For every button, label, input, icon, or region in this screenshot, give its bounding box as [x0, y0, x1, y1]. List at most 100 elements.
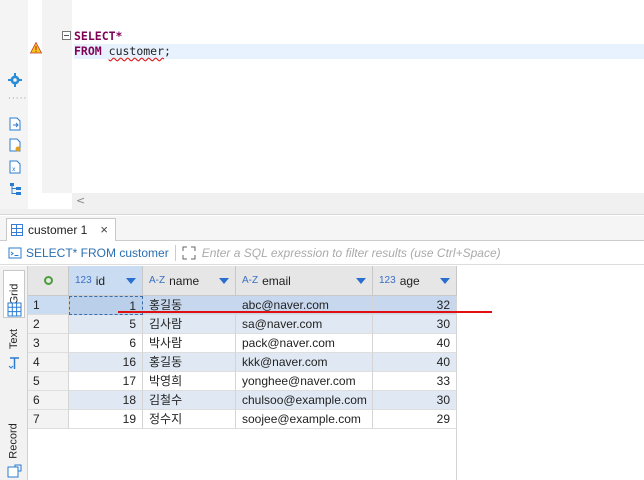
- cell-age[interactable]: 33: [373, 372, 457, 391]
- cell-email[interactable]: soojee@example.com: [236, 410, 373, 429]
- cell-name[interactable]: 홍길동: [143, 353, 236, 372]
- column-header-email[interactable]: A-Z email: [236, 266, 373, 296]
- tab-record-label: Record: [8, 423, 20, 459]
- grid-empty-area: [28, 429, 457, 480]
- row-number[interactable]: 4: [28, 353, 69, 372]
- editor-toolbar: ····· x: [0, 0, 28, 215]
- filter-bar: SELECT* FROM customer Enter a SQL expres…: [0, 241, 644, 265]
- tab-customer-1[interactable]: customer 1 ×: [6, 218, 116, 241]
- cell-age[interactable]: 30: [373, 391, 457, 410]
- code-line-2[interactable]: FROM customer;: [74, 44, 644, 59]
- cell-age[interactable]: 40: [373, 353, 457, 372]
- settings-icon[interactable]: [7, 72, 23, 88]
- table-row[interactable]: 3 6 박사람 pack@naver.com 40: [28, 334, 457, 353]
- tab-text-label: Text: [8, 328, 20, 350]
- table-row[interactable]: 4 16 홍길동 kkk@naver.com 40: [28, 353, 457, 372]
- new-script-icon[interactable]: [7, 137, 23, 153]
- cell-email[interactable]: sa@naver.com: [236, 315, 373, 334]
- column-header-name[interactable]: A-Z name: [143, 266, 236, 296]
- cell-name[interactable]: 박영희: [143, 372, 236, 391]
- column-name: name: [169, 273, 200, 288]
- line-gutter: [42, 0, 72, 193]
- view-switcher: Grid Text Record: [0, 266, 28, 480]
- table-row[interactable]: 7 19 정수지 soojee@example.com 29: [28, 410, 457, 429]
- row-number[interactable]: 2: [28, 315, 69, 334]
- table-row[interactable]: 2 5 김사람 sa@naver.com 30: [28, 315, 457, 334]
- code-line-1[interactable]: SELECT*: [74, 29, 122, 44]
- expand-filter-icon[interactable]: [182, 246, 196, 260]
- cell-email[interactable]: yonghee@naver.com: [236, 372, 373, 391]
- scroll-left-arrow[interactable]: <: [76, 194, 85, 207]
- row-number[interactable]: 5: [28, 372, 69, 391]
- row-number[interactable]: 1: [28, 296, 69, 315]
- row-number-header[interactable]: [28, 266, 69, 296]
- tab-text[interactable]: Text: [3, 324, 25, 354]
- filter-separator: [174, 244, 176, 261]
- row-number[interactable]: 7: [28, 410, 69, 429]
- filter-input[interactable]: Enter a SQL expression to filter results…: [202, 246, 501, 260]
- warning-icon: [30, 42, 42, 54]
- column-name: id: [95, 273, 106, 288]
- red-underline-annotation: [118, 311, 492, 313]
- grid-view-icon[interactable]: [7, 302, 22, 317]
- record-view-icon[interactable]: [7, 464, 22, 479]
- cell-id[interactable]: 6: [69, 334, 143, 353]
- cell-email[interactable]: pack@naver.com: [236, 334, 373, 353]
- cell-name[interactable]: 정수지: [143, 410, 236, 429]
- tab-label: customer 1: [28, 223, 88, 237]
- column-name: age: [399, 273, 420, 288]
- fold-toggle-icon[interactable]: [62, 31, 71, 40]
- table-icon: [11, 224, 23, 236]
- tab-record[interactable]: Record: [3, 418, 25, 464]
- sql-editor[interactable]: ····· x SELECT* FROM customer; <: [0, 0, 644, 215]
- dbeaver-window: ····· x SELECT* FROM customer; < custome…: [0, 0, 644, 480]
- cell-id[interactable]: 16: [69, 353, 143, 372]
- row-number[interactable]: 6: [28, 391, 69, 410]
- column-header-id[interactable]: 123 id: [69, 266, 143, 296]
- filter-query-text[interactable]: SELECT* FROM customer: [26, 246, 169, 260]
- table-row[interactable]: 5 17 박영희 yonghee@naver.com 33: [28, 372, 457, 391]
- format-icon[interactable]: x: [7, 159, 23, 175]
- cell-id[interactable]: 19: [69, 410, 143, 429]
- sort-arrow-icon[interactable]: [219, 277, 229, 284]
- cell-name[interactable]: 김사람: [143, 315, 236, 334]
- cell-name[interactable]: 박사람: [143, 334, 236, 353]
- editor-divider[interactable]: [0, 209, 644, 215]
- cell-email[interactable]: chulsoo@example.com: [236, 391, 373, 410]
- table-row[interactable]: 6 18 김철수 chulsoo@example.com 30: [28, 391, 457, 410]
- sql-keyword: FROM: [74, 44, 102, 58]
- sql-query-icon[interactable]: [8, 246, 22, 260]
- cell-name[interactable]: 김철수: [143, 391, 236, 410]
- cell-age[interactable]: 30: [373, 315, 457, 334]
- cell-id[interactable]: 5: [69, 315, 143, 334]
- results-tabbar: customer 1 ×: [0, 216, 644, 241]
- select-all-icon[interactable]: [43, 276, 53, 285]
- cell-id[interactable]: 18: [69, 391, 143, 410]
- cell-id[interactable]: 17: [69, 372, 143, 391]
- marker-column: [28, 0, 42, 193]
- sql-star: *: [115, 29, 123, 43]
- number-type-icon: 123: [379, 275, 396, 286]
- close-icon[interactable]: ×: [100, 223, 108, 236]
- sql-terminator: ;: [164, 44, 171, 58]
- sort-arrow-icon[interactable]: [356, 277, 366, 284]
- text-view-icon[interactable]: [7, 356, 22, 371]
- text-type-icon: A-Z: [242, 275, 259, 286]
- sql-keyword: SELECT: [74, 29, 116, 43]
- export-icon[interactable]: [7, 116, 23, 132]
- row-number[interactable]: 3: [28, 334, 69, 353]
- cell-email[interactable]: kkk@naver.com: [236, 353, 373, 372]
- cell-age[interactable]: 29: [373, 410, 457, 429]
- text-type-icon: A-Z: [149, 275, 166, 286]
- sort-arrow-icon[interactable]: [126, 277, 136, 284]
- svg-text:x: x: [12, 166, 16, 173]
- outline-icon[interactable]: [7, 181, 23, 197]
- sort-arrow-icon[interactable]: [440, 277, 450, 284]
- more-icon[interactable]: ·····: [8, 95, 26, 104]
- number-type-icon: 123: [75, 275, 92, 286]
- cell-age[interactable]: 40: [373, 334, 457, 353]
- column-name: email: [262, 273, 291, 288]
- sql-table-name: customer: [108, 44, 165, 58]
- horizontal-scrollbar[interactable]: <: [72, 193, 644, 209]
- column-header-age[interactable]: 123 age: [373, 266, 457, 296]
